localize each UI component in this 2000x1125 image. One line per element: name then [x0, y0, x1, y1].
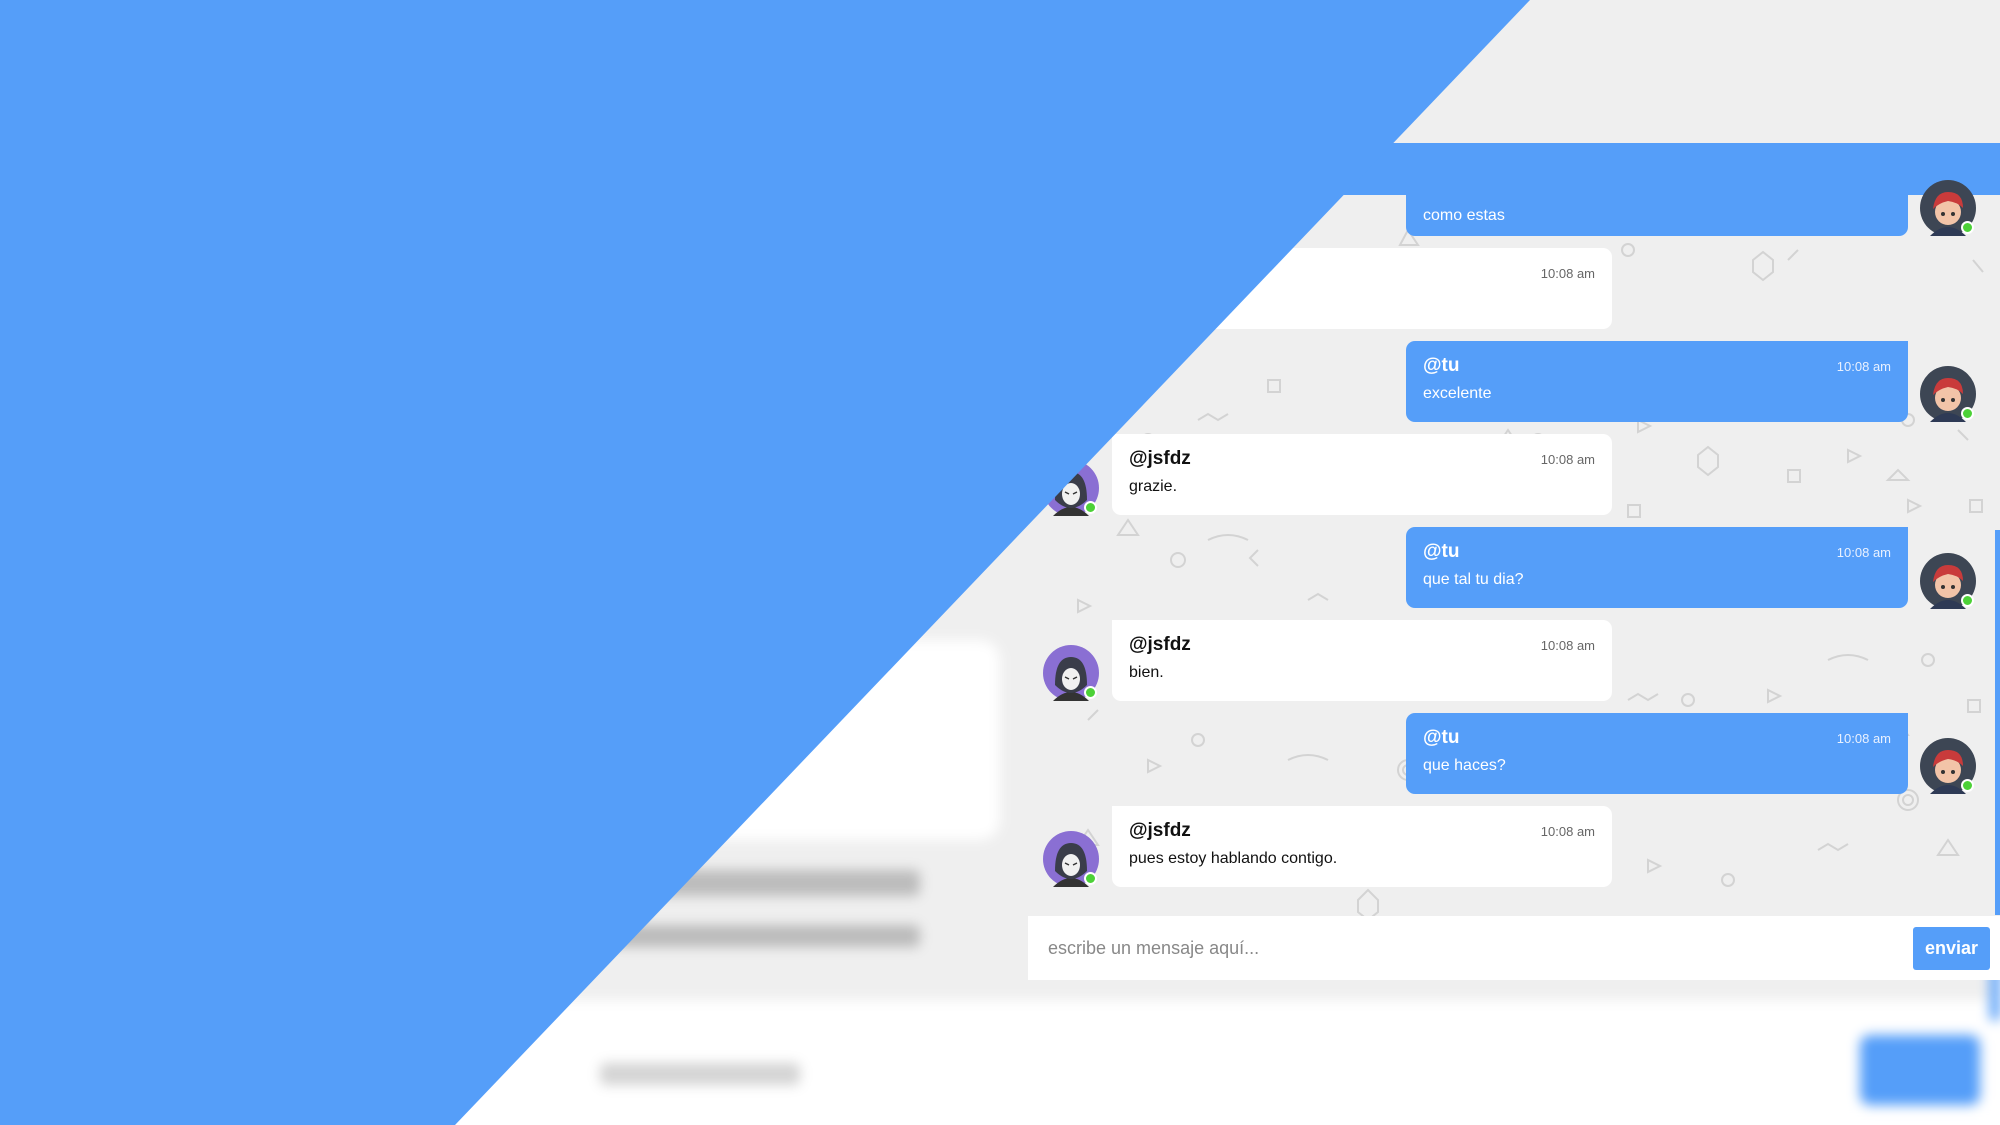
message-time: 10:08 am [1836, 731, 1891, 746]
my-avatar [1920, 366, 1976, 422]
message-time: 10:08 am [1540, 824, 1595, 839]
message-username: @jsfdz [1129, 448, 1191, 469]
message-text: que haces? [1423, 757, 1506, 774]
my-avatar [1920, 553, 1976, 609]
send-button[interactable]: enviar [1913, 927, 1990, 970]
message-text: excelente [1423, 385, 1492, 402]
online-status-dot [1084, 501, 1097, 514]
online-status-dot [1961, 779, 1974, 792]
online-status-dot [1084, 872, 1097, 885]
online-status-dot [1084, 686, 1097, 699]
my-avatar [1920, 738, 1976, 794]
their-avatar [1043, 645, 1099, 701]
message-bubble-received: @jsfdz 10:08 am bien. [1112, 620, 1612, 701]
message-bubble-sent: @tu 10:08 am que tal tu dia? [1406, 527, 1908, 608]
my-avatar [1920, 180, 1976, 236]
message-text: bien. [1129, 664, 1164, 681]
message-time: 10:08 am [1836, 359, 1891, 374]
message-bubble-sent: @tu 10:08 am excelente [1406, 341, 1908, 422]
message-username: @tu [1423, 355, 1460, 376]
message-username: @jsfdz [1129, 820, 1191, 841]
online-status-dot [1961, 407, 1974, 420]
message-username: @tu [1423, 541, 1460, 562]
message-bubble-sent: como estas [1406, 185, 1908, 236]
message-text: grazie. [1129, 478, 1178, 495]
message-username: @tu [1423, 727, 1460, 748]
message-text: que tal tu dia? [1423, 571, 1524, 588]
online-status-dot [1961, 221, 1974, 234]
message-username: @jsfdz [1129, 634, 1191, 655]
chat-window: como estas 10:08 am @tu 10:08 am excelen… [1028, 0, 2000, 980]
their-avatar [1043, 831, 1099, 887]
message-bubble-sent: @tu 10:08 am que haces? [1406, 713, 1908, 794]
message-bubble-received: @jsfdz 10:08 am grazie. [1112, 434, 1612, 515]
their-avatar [1043, 460, 1099, 516]
online-status-dot [1961, 594, 1974, 607]
message-input[interactable] [1048, 930, 1928, 966]
message-bubble-received: @jsfdz 10:08 am pues estoy hablando cont… [1112, 806, 1612, 887]
message-time: 10:08 am [1540, 452, 1595, 467]
message-bubble-received: 10:08 am [1112, 248, 1612, 329]
message-time: 10:08 am [1540, 266, 1595, 281]
screen: como estas 10:08 am @tu 10:08 am excelen… [0, 0, 2000, 1125]
message-time: 10:08 am [1836, 545, 1891, 560]
message-composer: enviar [1028, 916, 2000, 980]
scrollbar[interactable] [1995, 530, 2000, 915]
message-time: 10:08 am [1540, 638, 1595, 653]
message-text: pues estoy hablando contigo. [1129, 850, 1338, 867]
message-text: como estas [1423, 207, 1505, 224]
